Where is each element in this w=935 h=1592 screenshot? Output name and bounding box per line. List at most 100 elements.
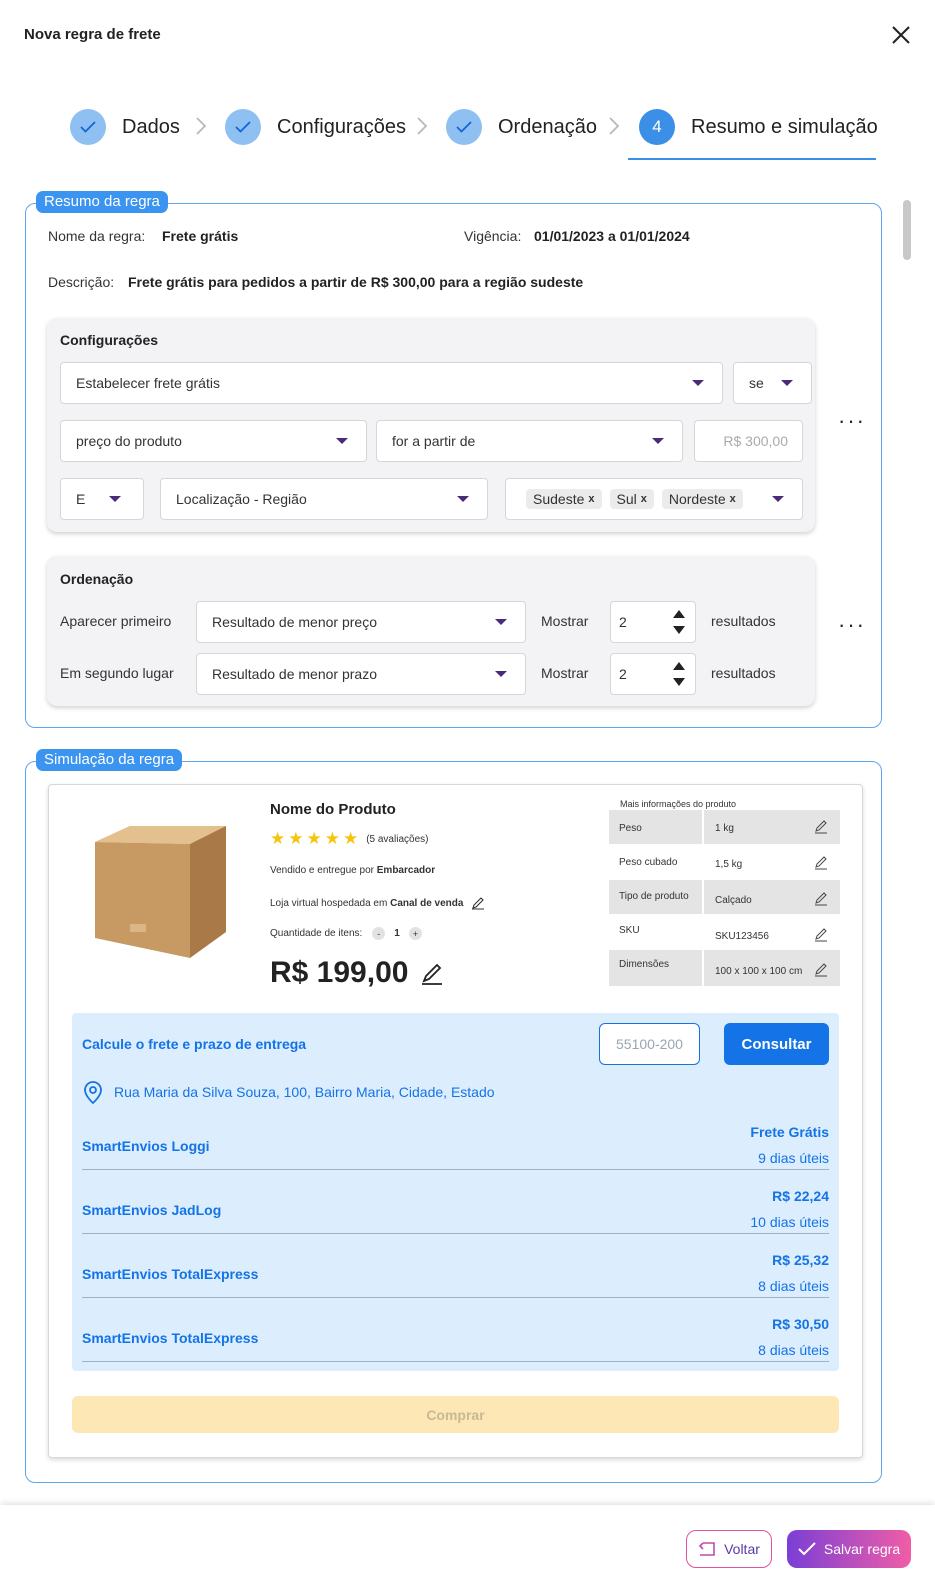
rule-name-label: Nome da regra: [48,228,146,244]
back-arrow-icon [698,1542,715,1556]
store-info: Loja virtual hospedada em Canal de venda [270,896,485,910]
value-input[interactable]: R$ 300,00 [694,420,803,462]
region-chip[interactable]: Nordeste x [661,489,743,509]
step-label: Ordenação [498,115,597,138]
product-image [95,826,226,958]
carrier-days: 8 dias úteis [758,1278,829,1294]
count-value: 2 [619,666,627,682]
description-value: Frete grátis para pedidos a partir de R$… [128,274,584,290]
order-criteria-select[interactable]: Resultado de menor preço [196,601,526,643]
action-value: Estabelecer frete grátis [76,375,220,391]
sold-by-value: Embarcador [376,865,436,876]
edit-icon[interactable] [814,963,828,977]
carrier-price: Frete Grátis [750,1124,829,1140]
field-value: preço do produto [76,433,182,449]
caret-down-icon [109,496,121,502]
edit-icon[interactable] [814,856,828,870]
info-value: 1,5 kg [715,859,743,870]
results-suffix: resultados [711,665,776,681]
region-chip-label: Sul [616,491,637,507]
info-key: Tipo de produto [619,891,689,902]
edit-icon[interactable] [814,820,828,834]
carrier-name: SmartEnvios JadLog [82,1202,222,1218]
step-number: 4 [639,109,675,145]
count-stepper[interactable]: 2 [610,653,696,695]
increment-icon[interactable] [673,610,685,618]
reviews-count: (5 avaliações) [366,833,429,845]
step-dados[interactable]: Dados [70,108,180,146]
validity-value: 01/01/2023 a 01/01/2024 [534,228,690,244]
info-key: SKU [619,925,640,936]
stars-icon: ★★★★★ [270,829,362,848]
step-label: Resumo e simulação [691,115,878,138]
order-criteria-select[interactable]: Resultado de menor prazo [196,653,526,695]
summary-legend: Resumo da regra [36,191,168,213]
remove-chip-icon[interactable]: x [588,493,594,505]
dialog-title: Nova regra de frete [24,26,161,43]
check-icon [225,109,261,145]
results-suffix: resultados [711,613,776,629]
count-stepper[interactable]: 2 [610,601,696,643]
description-label: Descrição: [48,274,115,290]
caret-down-icon [692,380,704,386]
decrement-icon[interactable] [673,678,685,686]
qty-label: Quantidade de itens: [270,928,363,939]
carrier-price: R$ 25,32 [772,1252,829,1268]
quantity-stepper: Quantidade de itens: - 1 + [270,927,422,940]
more-options-icon[interactable]: ··· [838,408,866,434]
value-placeholder: R$ 300,00 [723,433,788,449]
info-key: Peso [619,823,642,834]
condition-value: se [749,375,764,391]
validity-label: Vigência: [464,228,522,244]
step-label: Configurações [277,115,406,138]
operator-select[interactable]: for a partir de [376,420,683,462]
more-options-icon[interactable]: ··· [838,612,866,638]
operator-value: for a partir de [392,433,476,449]
save-rule-button[interactable]: Salvar regra [787,1530,911,1568]
regions-multiselect[interactable]: Sudeste x Sul x Nordeste x [505,478,803,520]
edit-icon[interactable] [814,928,828,942]
info-value: SKU123456 [715,931,769,942]
info-value: Calçado [715,895,752,906]
step-configuracoes[interactable]: Configurações [225,108,406,146]
condition-select[interactable]: se [733,362,812,404]
action-select[interactable]: Estabelecer frete grátis [60,362,723,404]
rating: ★★★★★ (5 avaliações) [270,829,428,849]
divider [82,1297,829,1298]
show-label: Mostrar [541,665,589,681]
field2-select[interactable]: Localização - Região [160,478,488,520]
remove-chip-icon[interactable]: x [730,493,736,505]
order-row-label: Em segundo lugar [60,665,174,681]
decrement-icon[interactable] [673,626,685,634]
divider [82,1361,829,1362]
cep-input[interactable]: 55100-200 [599,1023,700,1065]
remove-chip-icon[interactable]: x [641,493,647,505]
connector-select[interactable]: E [60,478,144,520]
increment-icon[interactable] [673,662,685,670]
store-prefix: Loja virtual hospedada em [270,897,388,909]
check-icon [446,109,482,145]
region-chip[interactable]: Sudeste x [526,489,602,509]
field-select[interactable]: preço do produto [60,420,367,462]
edit-icon[interactable] [814,892,828,906]
step-ordenacao[interactable]: Ordenação [446,108,597,146]
qty-plus-button[interactable]: + [408,927,422,940]
buy-button[interactable]: Comprar [72,1396,839,1433]
back-button[interactable]: Voltar [686,1530,772,1568]
carrier-days: 10 dias úteis [750,1214,829,1230]
step-label: Dados [122,115,180,138]
show-label: Mostrar [541,613,589,629]
scrollbar-thumb[interactable] [903,200,911,260]
consultar-button[interactable]: Consultar [724,1023,829,1065]
close-icon[interactable] [890,24,912,46]
edit-icon[interactable] [420,962,444,986]
info-key: Peso cubado [619,857,678,868]
carrier-price: R$ 22,24 [772,1188,829,1204]
sold-by-prefix: Vendido e entregue por [270,865,374,876]
config-title: Configurações [60,332,159,348]
region-chip[interactable]: Sul x [609,489,654,509]
qty-minus-button[interactable]: - [372,927,386,940]
step-resumo[interactable]: 4 Resumo e simulação [639,108,878,146]
edit-icon[interactable] [471,896,485,910]
address: Rua Maria da Silva Souza, 100, Bairro Ma… [114,1084,495,1100]
